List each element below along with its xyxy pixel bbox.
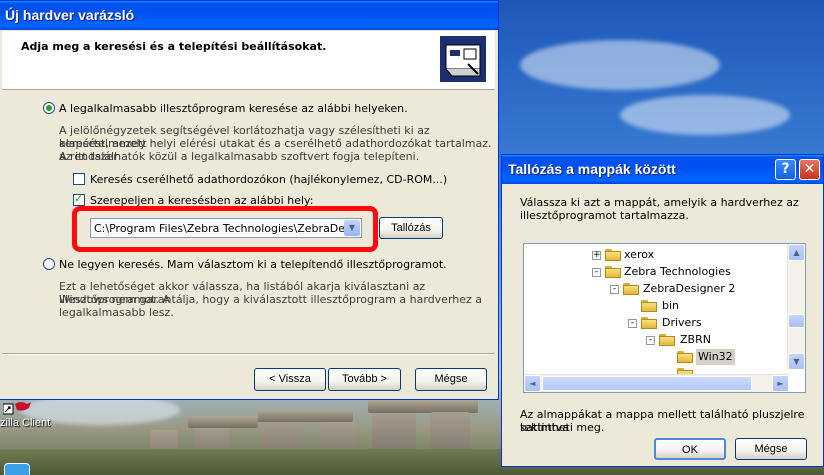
collapse-icon[interactable]: - xyxy=(646,336,655,345)
highlight-annotation xyxy=(72,206,378,252)
radio-search[interactable] xyxy=(43,102,55,114)
tree-item-zebradesigner-2[interactable]: ZebraDesigner 2 xyxy=(643,281,735,297)
folder-icon xyxy=(641,317,657,329)
search-description-line: az itt találhatók közül a legalkalmasabb… xyxy=(59,150,420,163)
new-hardware-wizard-window: Új hardver varázsló Adja meg a keresési … xyxy=(0,0,499,400)
radio-no-search[interactable] xyxy=(43,258,55,270)
back-button[interactable]: < Vissza xyxy=(254,368,326,391)
close-icon[interactable]: ✕ xyxy=(799,159,820,180)
wizard-separator xyxy=(2,353,495,355)
browse-button[interactable]: Tallózás xyxy=(379,217,443,239)
hardware-icon xyxy=(440,36,486,82)
browse-folder-dialog: Tallózás a mappák között ? ✕ Válassza ki… xyxy=(501,154,824,467)
tree-item-drivers[interactable]: Drivers xyxy=(662,315,702,331)
nosearch-description-line: Windows nem garantálja, hogy a kiválaszt… xyxy=(59,293,483,306)
tree-horizontal-scrollbar[interactable]: ◄ ► xyxy=(524,374,789,392)
radio-search-label[interactable]: A legalkalmasabb illesztőprogram keresés… xyxy=(59,102,408,115)
checkbox-removable-media[interactable] xyxy=(73,173,85,185)
wizard-body: A legalkalmasabb illesztőprogram keresés… xyxy=(2,90,495,346)
expand-icon[interactable]: + xyxy=(592,251,601,260)
ok-button[interactable]: OK xyxy=(654,438,726,460)
folder-icon xyxy=(605,249,621,261)
zilla-client-icon[interactable] xyxy=(3,400,33,416)
browse-title: Tallózás a mappák között xyxy=(508,161,676,177)
scroll-up-icon[interactable]: ▲ xyxy=(788,244,805,261)
wizard-heading: Adja meg a keresési és a telepítési beál… xyxy=(21,40,327,53)
folder-icon xyxy=(659,334,675,346)
checkbox-include-location[interactable] xyxy=(73,192,85,206)
stone-lintel xyxy=(258,410,353,422)
desktop-icon[interactable] xyxy=(4,463,30,475)
tree-item-xerox[interactable]: xerox xyxy=(624,247,654,263)
tree-item-bin[interactable]: bin xyxy=(662,298,679,314)
browse-hint-line: tekintheti meg. xyxy=(520,421,605,434)
folder-icon xyxy=(641,300,657,312)
folder-open-icon xyxy=(677,351,693,363)
cloud xyxy=(520,40,720,90)
stone-lintel xyxy=(188,416,258,428)
zilla-client-label[interactable]: zilla Client xyxy=(0,417,50,429)
scroll-left-icon[interactable]: ◄ xyxy=(524,375,541,392)
help-icon[interactable]: ? xyxy=(775,159,796,180)
tree-item-win32[interactable]: Win32 xyxy=(696,349,735,365)
scroll-right-icon[interactable]: ► xyxy=(772,375,789,392)
tree-item-zebra-technologies[interactable]: Zebra Technologies xyxy=(624,264,731,280)
wizard-title-bar[interactable]: Új hardver varázsló xyxy=(0,1,498,30)
scroll-thumb[interactable] xyxy=(788,314,805,328)
wizard-title: Új hardver varázsló xyxy=(5,7,135,23)
cancel-button[interactable]: Mégse xyxy=(415,368,487,391)
collapse-icon[interactable]: - xyxy=(628,319,637,328)
checkbox-removable-media-label[interactable]: Keresés cserélhető adathordozókon (hajlé… xyxy=(90,173,447,186)
scroll-down-icon[interactable]: ▼ xyxy=(788,353,805,370)
browse-cancel-button[interactable]: Mégse xyxy=(735,438,807,460)
collapse-icon[interactable]: - xyxy=(592,268,601,277)
next-button[interactable]: Tovább > xyxy=(328,368,401,391)
browse-instruction-line: illesztőprogramot tartalmazza. xyxy=(520,209,689,222)
folder-icon xyxy=(623,283,639,295)
tree-vertical-scrollbar[interactable]: ▲ ▼ xyxy=(787,244,805,370)
radio-no-search-label[interactable]: Ne legyen keresés. Mam választom ki a te… xyxy=(59,258,447,271)
nosearch-description-line: legalkalmasabb lesz. xyxy=(59,306,174,319)
scroll-thumb[interactable] xyxy=(542,376,752,391)
wizard-header: Adja meg a keresési és a telepítési beál… xyxy=(2,31,495,90)
folder-tree[interactable]: + xerox - Zebra Technologies - ZebraDesi… xyxy=(523,243,806,393)
tree-item-zbrn[interactable]: ZBRN xyxy=(680,332,711,348)
cloud xyxy=(620,95,790,135)
browse-instruction-line: Válassza ki azt a mappát, amelyik a hard… xyxy=(520,196,799,209)
folder-icon xyxy=(605,266,621,278)
collapse-icon[interactable]: - xyxy=(610,285,619,294)
